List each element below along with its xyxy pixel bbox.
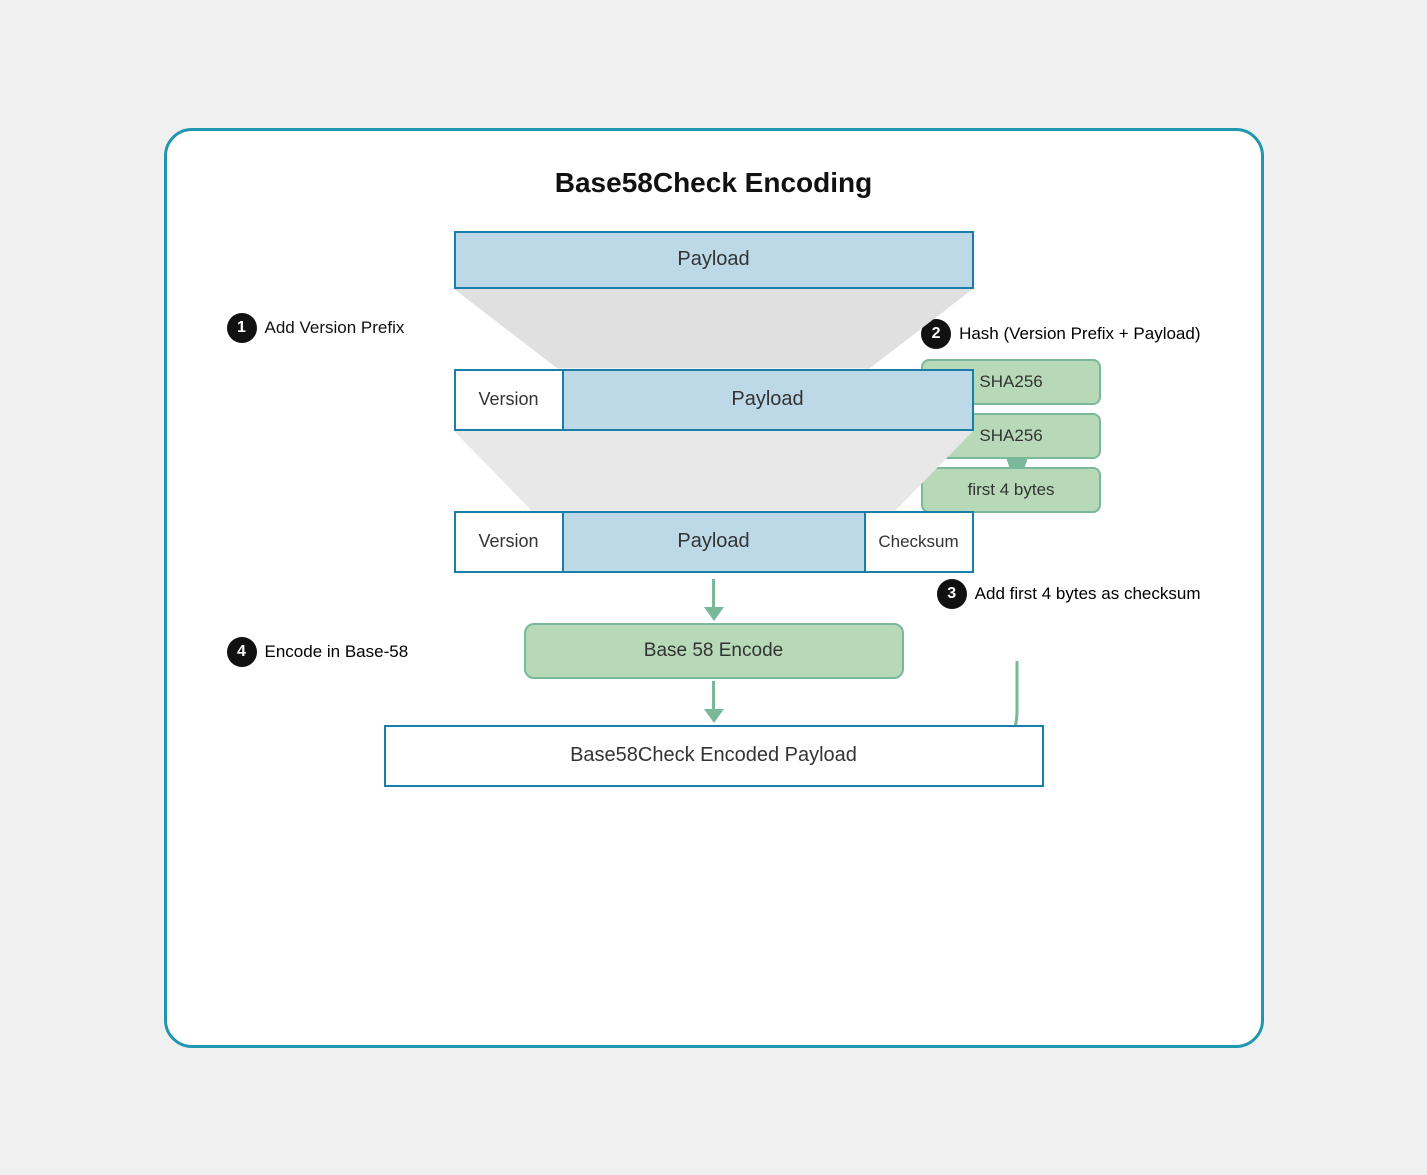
base58-encode-area: 4 Encode in Base-58 Base 58 Encode <box>227 623 1201 679</box>
row2-box-wrapper: Version Payload Checksum <box>227 511 1201 573</box>
row2-box: Version Payload Checksum <box>454 511 974 573</box>
funnel2 <box>227 431 1201 511</box>
step1-circle: 1 <box>227 313 257 343</box>
arrow-down-2 <box>704 681 724 723</box>
step2-text: Hash (Version Prefix + Payload) <box>959 324 1200 344</box>
payload-cell-row2: Payload <box>564 513 864 571</box>
arrow-head-1 <box>704 607 724 621</box>
arrow-down-1 <box>704 579 724 621</box>
diagram-container: Base58Check Encoding Payload <box>164 128 1264 1048</box>
top-payload-box: Payload <box>454 231 974 289</box>
row1-box: Version Payload <box>454 369 974 431</box>
payload-cell-row1: Payload <box>564 371 972 429</box>
step3-text: Add first 4 bytes as checksum <box>975 584 1201 604</box>
version-cell-row2: Version <box>456 513 564 571</box>
arrow-line-2 <box>712 681 715 709</box>
arrow-head-2 <box>704 709 724 723</box>
version-cell-row1: Version <box>456 371 564 429</box>
step4-circle: 4 <box>227 637 257 667</box>
base58-encode-box: Base 58 Encode <box>524 623 904 679</box>
step1-label-container: 1 Add Version Prefix <box>227 313 405 343</box>
step4-text: Encode in Base-58 <box>265 642 409 662</box>
step3-label: 3 Add first 4 bytes as checksum <box>937 579 1201 609</box>
step3-circle: 3 <box>937 579 967 609</box>
row1-area: Version Payload 2 Hash (Version Prefix +… <box>227 369 1201 431</box>
step2-label: 2 Hash (Version Prefix + Payload) <box>921 319 1200 349</box>
top-payload-label: Payload <box>677 248 749 271</box>
diagram-title: Base58Check Encoding <box>227 167 1201 199</box>
final-output-box: Base58Check Encoded Payload <box>384 725 1044 787</box>
arrow-line-1 <box>712 579 715 607</box>
checksum-cell: Checksum <box>864 513 972 571</box>
step1-text: Add Version Prefix <box>265 318 405 338</box>
final-box-wrapper: Base58Check Encoded Payload <box>227 725 1201 787</box>
top-payload-wrapper: Payload <box>227 231 1201 289</box>
main-area: Payload 1 Add Version Prefix Version <box>227 231 1201 787</box>
step4-label: 4 Encode in Base-58 <box>227 637 409 667</box>
arrow-to-final <box>227 681 1201 723</box>
row2-area: Version Payload Checksum 3 Add first 4 b… <box>227 511 1201 573</box>
